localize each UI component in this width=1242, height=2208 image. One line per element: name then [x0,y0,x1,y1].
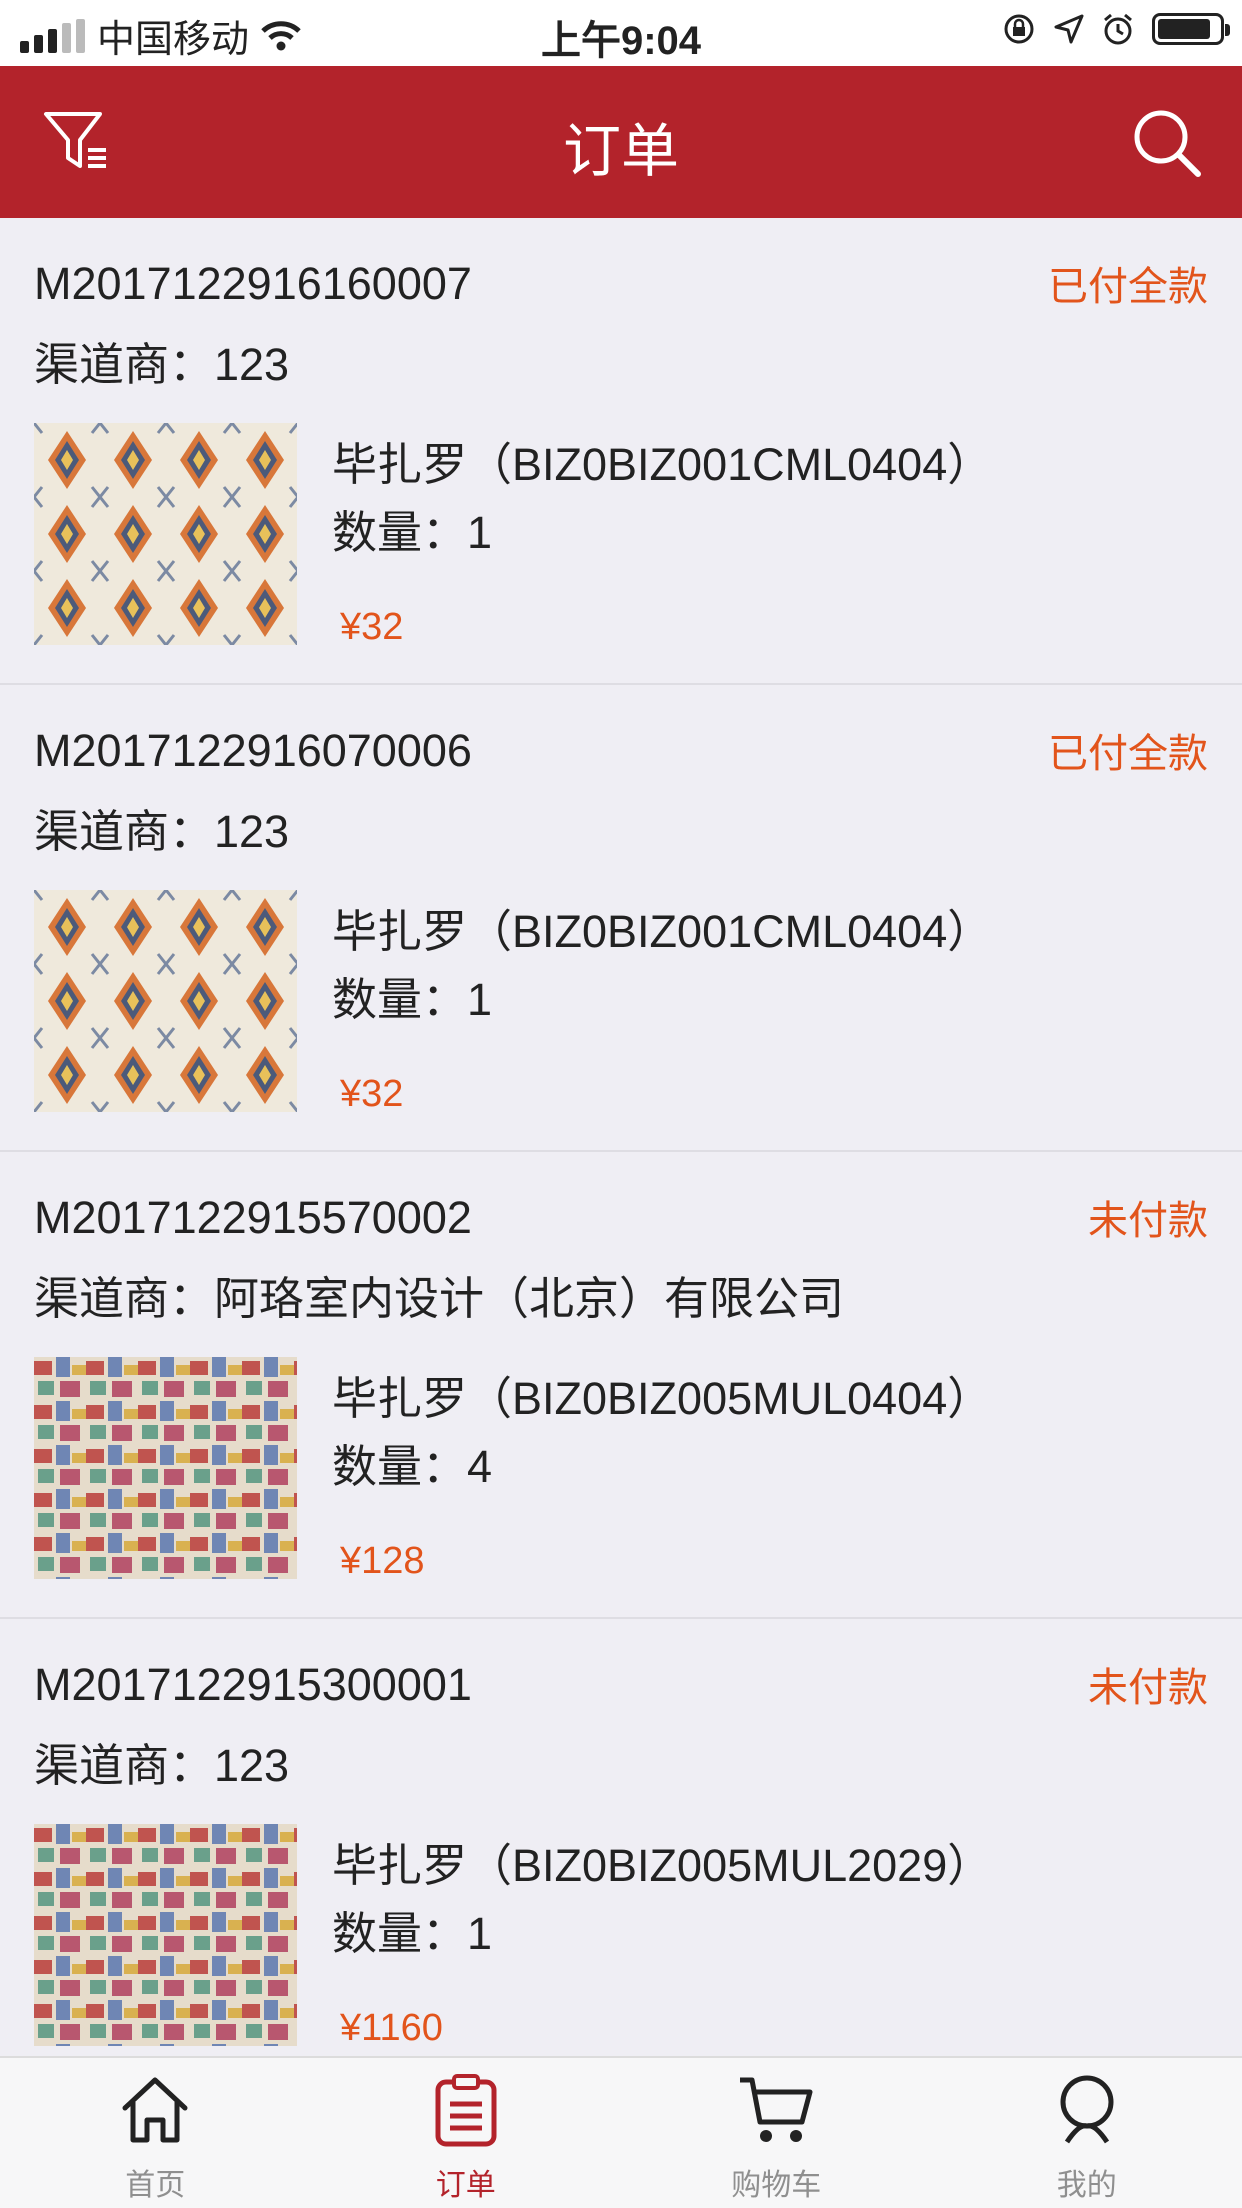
order-card[interactable]: M2017122915570002 未付款 渠道商：阿珞室内设计（北京）有限公司… [0,1152,1242,1619]
nav-bar: 订单 [0,66,1242,218]
user-icon [1060,2075,1114,2144]
tab-bar: 首页 订单 购物车 我的 [0,2056,1242,2208]
order-status: 已付全款 [1048,265,1208,309]
location-icon [1054,14,1084,44]
cart-icon [740,2077,813,2142]
product-name: 毕扎罗（BIZ0BIZ005MUL0404） [332,1373,993,1424]
alarm-icon [1104,13,1132,45]
product-name: 毕扎罗（BIZ0BIZ001CML0404） [332,906,993,957]
product-image [34,423,297,645]
tab-profile[interactable]: 我的 [932,2058,1242,2208]
order-number: M2017122915300001 [34,1659,472,1710]
order-status: 未付款 [1088,1199,1208,1243]
product-price: ¥32 [340,606,404,648]
home-icon [122,2077,188,2143]
product-image [34,1824,297,2046]
order-card[interactable]: M2017122916070006 已付全款 渠道商：123 毕扎罗（BIZ0B… [0,685,1242,1152]
product-image [34,1357,297,1579]
dealer-label: 渠道商：123 [34,339,290,390]
order-card[interactable]: M2017122915300001 未付款 渠道商：123 毕扎罗（BIZ0BI… [0,1619,1242,2056]
order-card[interactable]: M2017122916160007 已付全款 渠道商：123 毕扎罗（BIZ0B… [0,218,1242,685]
product-name: 毕扎罗（BIZ0BIZ005MUL2029） [332,1840,993,1891]
tab-cart[interactable]: 购物车 [621,2058,932,2208]
order-number: M2017122915570002 [34,1192,472,1243]
product-price: ¥32 [340,1073,404,1115]
product-price: ¥128 [340,1540,425,1582]
order-status: 未付款 [1088,1666,1208,1710]
page-title: 订单 [562,119,679,184]
tab-orders[interactable]: 订单 [311,2058,622,2208]
rotation-lock-icon [1004,14,1034,44]
status-bar: 中国移动 上午9:04 [0,0,1242,66]
dealer-label: 渠道商：123 [34,1740,290,1791]
product-image [34,890,297,1112]
product-quantity: 数量：1 [332,1908,493,1959]
order-number: M2017122916160007 [34,258,472,309]
tab-home[interactable]: 首页 [0,2058,311,2208]
tab-label: 首页 [125,2169,186,2202]
dealer-label: 渠道商：阿珞室内设计（北京）有限公司 [34,1273,845,1324]
product-quantity: 数量：4 [332,1441,493,1492]
product-price: ¥1160 [340,2007,443,2049]
battery-icon [1152,13,1230,45]
product-quantity: 数量：1 [332,507,493,558]
dealer-label: 渠道商：123 [34,806,290,857]
tab-label: 我的 [1056,2169,1117,2202]
tab-label: 购物车 [731,2169,822,2202]
order-list: M2017122916160007 已付全款 渠道商：123 毕扎罗（BIZ0B… [0,218,1242,2056]
order-status: 已付全款 [1048,732,1208,776]
order-number: M2017122916070006 [34,725,472,776]
tab-label: 订单 [435,2169,496,2202]
product-name: 毕扎罗（BIZ0BIZ001CML0404） [332,439,993,490]
product-quantity: 数量：1 [332,974,493,1025]
search-icon[interactable] [1128,104,1204,180]
clipboard-icon [435,2074,497,2147]
